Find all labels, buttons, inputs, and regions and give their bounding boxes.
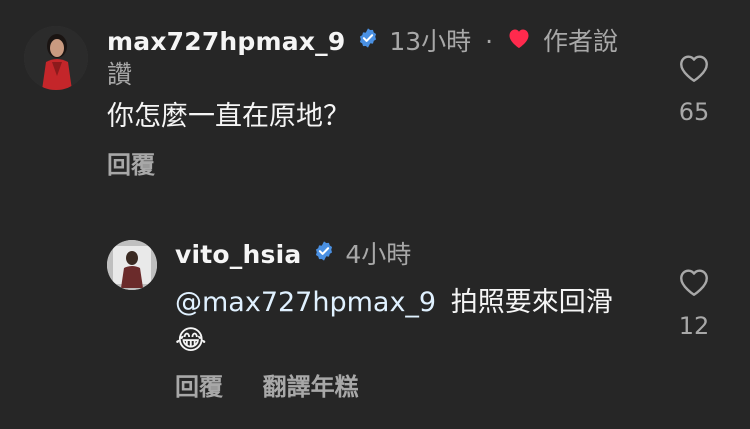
reply-button[interactable]: 回覆: [107, 151, 155, 179]
meta-separator: ·: [485, 27, 494, 56]
comment-actions: 回覆: [107, 150, 155, 180]
username[interactable]: vito_hsia: [175, 240, 301, 269]
comment-time: 4小時: [345, 240, 412, 269]
comment-text-block: @max727hpmax_9 拍照要來回滑 😂: [175, 284, 635, 360]
translate-button[interactable]: 翻譯年糕: [263, 373, 359, 401]
avatar-image: [24, 26, 88, 90]
emoji-laugh: 😂: [175, 325, 207, 356]
mention-link[interactable]: @max727hpmax_9: [175, 287, 436, 318]
verified-badge-icon: [313, 238, 335, 270]
like-count: 12: [678, 312, 710, 340]
like-column: 12: [664, 266, 724, 340]
reply-button[interactable]: 回覆: [175, 373, 223, 401]
comment-actions: 回覆 翻譯年糕: [175, 372, 359, 402]
comment-header: max727hpmax_9 13小時 · 作者說讚: [107, 26, 627, 91]
verified-badge-icon: [357, 25, 379, 57]
comment-text: 你怎麼一直在原地？: [107, 101, 350, 132]
comment-header: vito_hsia 4小時: [175, 239, 635, 272]
heart-outline-icon[interactable]: [677, 266, 711, 302]
avatar-image: [107, 240, 157, 290]
like-count: 65: [678, 98, 710, 126]
comment-time: 13小時: [389, 27, 472, 56]
heart-filled-icon: [507, 25, 531, 57]
heart-outline-icon[interactable]: [677, 52, 711, 88]
like-column: 65: [664, 52, 724, 126]
avatar-max727hpmax[interactable]: [24, 26, 88, 90]
avatar-vito-hsia[interactable]: [107, 240, 157, 290]
comment-text: 拍照要來回滑: [450, 287, 613, 318]
username[interactable]: max727hpmax_9: [107, 27, 345, 56]
